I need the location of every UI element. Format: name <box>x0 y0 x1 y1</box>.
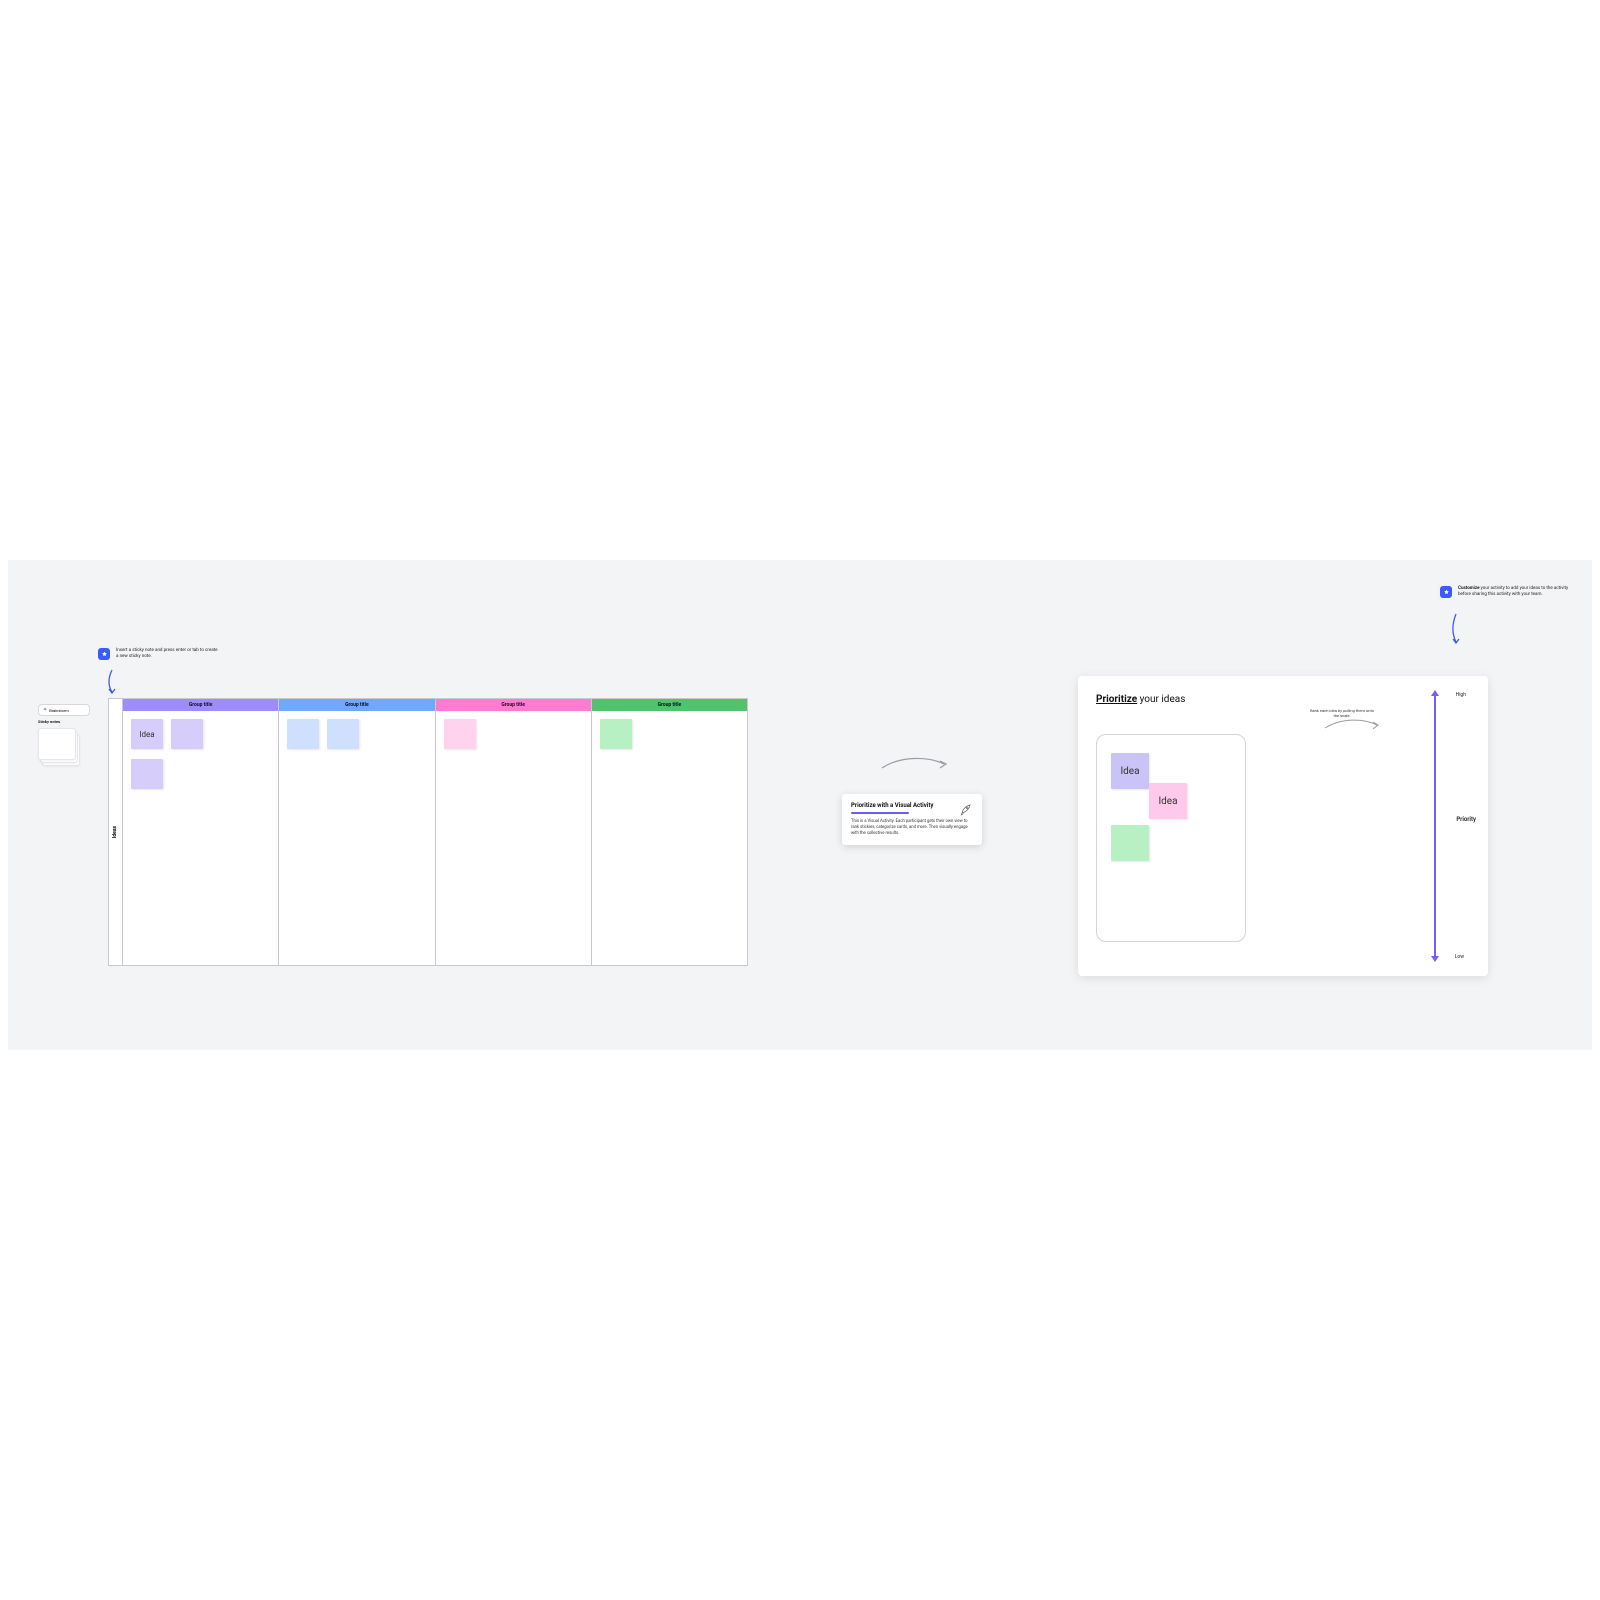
sparkle-icon: ✧ <box>43 707 47 713</box>
column-header[interactable]: Group title <box>436 699 591 711</box>
tip-icon <box>1440 586 1452 598</box>
tip-customize: Customize your activity to add your idea… <box>1440 586 1580 599</box>
board-column[interactable]: Group title Idea <box>123 699 279 965</box>
prioritize-panel[interactable]: Prioritize your ideas Rank each idea by … <box>1078 676 1488 976</box>
sticky-note[interactable]: Idea <box>131 719 163 749</box>
tip-icon <box>98 648 110 660</box>
sticky-note[interactable] <box>444 719 476 749</box>
axis-low-label: Low <box>1455 954 1464 960</box>
rocket-icon <box>959 802 973 816</box>
visual-activity-card[interactable]: Prioritize with a Visual Activity This i… <box>842 794 982 845</box>
column-body[interactable] <box>592 711 747 965</box>
sticky-note[interactable]: Idea <box>1149 783 1187 819</box>
sticky-note-palette: ✧ Brainstorm Sticky notes <box>38 704 90 768</box>
idea-box[interactable]: IdeaIdea <box>1096 734 1246 942</box>
sticky-note[interactable] <box>1111 825 1149 861</box>
board-column[interactable]: Group title <box>279 699 435 965</box>
tip-customize-text: Customize your activity to add your idea… <box>1458 586 1580 599</box>
board-side-label: Ideas <box>109 699 123 965</box>
tip-insert-sticky: Insert a sticky note and press enter or … <box>98 648 218 661</box>
column-header[interactable]: Group title <box>279 699 434 711</box>
visual-activity-desc: This is a Visual Activity. Each particip… <box>851 819 973 837</box>
board-column[interactable]: Group title <box>592 699 747 965</box>
flow-arrow-icon <box>880 752 950 776</box>
column-header[interactable]: Group title <box>123 699 278 711</box>
sticky-note[interactable] <box>287 719 319 749</box>
sticky-note[interactable] <box>171 719 203 749</box>
column-body[interactable]: Idea <box>123 711 278 965</box>
brainstorm-button-label: Brainstorm <box>49 708 69 713</box>
sticky-note[interactable] <box>600 719 632 749</box>
arrow-down-icon <box>1448 612 1464 646</box>
prioritize-title: Prioritize your ideas <box>1096 694 1470 705</box>
sticky-note-stack[interactable] <box>38 728 78 768</box>
tip-insert-sticky-text: Insert a sticky note and press enter or … <box>116 648 218 661</box>
column-body[interactable] <box>436 711 591 965</box>
board-column[interactable]: Group title <box>436 699 592 965</box>
axis-mid-label: Priority <box>1456 816 1476 823</box>
column-header[interactable]: Group title <box>592 699 747 711</box>
axis-arrow-down-icon <box>1431 956 1439 962</box>
palette-title: Sticky notes <box>38 719 90 724</box>
flow-arrow-icon <box>1323 716 1383 734</box>
axis-arrow-up-icon <box>1431 690 1439 696</box>
sticky-note[interactable]: Idea <box>1111 753 1149 789</box>
brainstorm-button[interactable]: ✧ Brainstorm <box>38 704 90 716</box>
axis-high-label: High <box>1456 692 1466 698</box>
column-body[interactable] <box>279 711 434 965</box>
priority-axis[interactable] <box>1434 692 1436 960</box>
arrow-down-icon <box>104 668 120 696</box>
sticky-note[interactable] <box>131 759 163 789</box>
title-underline <box>851 812 909 814</box>
visual-activity-title: Prioritize with a Visual Activity <box>851 802 933 810</box>
sticky-note[interactable] <box>327 719 359 749</box>
brainstorm-board[interactable]: Ideas Group titleIdeaGroup titleGroup ti… <box>108 698 748 966</box>
